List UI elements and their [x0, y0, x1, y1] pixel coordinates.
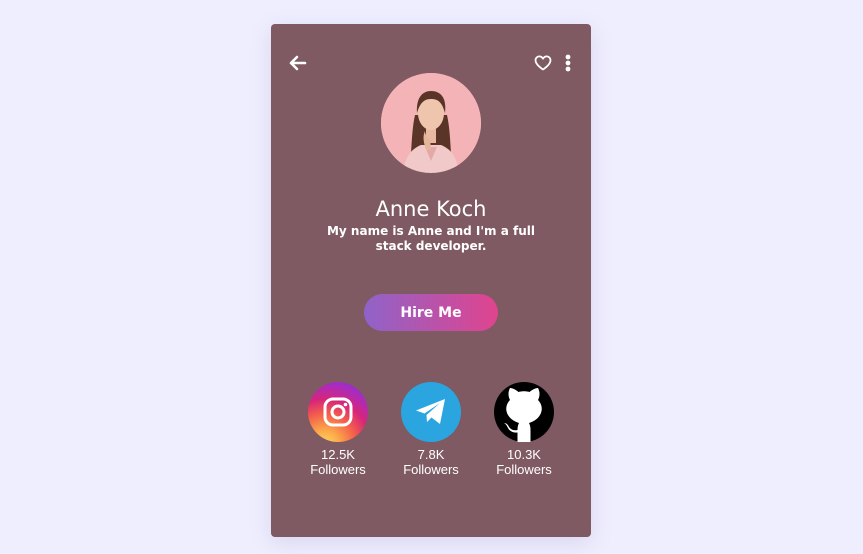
- telegram-follower-count: 7.8K: [417, 447, 445, 462]
- github-badge: [494, 382, 554, 442]
- github-follower-count: 10.3K: [507, 447, 541, 462]
- profile-bio: My name is Anne and I'm a full stack dev…: [326, 224, 536, 253]
- telegram-follower-label: Followers: [403, 462, 459, 477]
- favorite-button[interactable]: [533, 53, 553, 73]
- profile-card: Anne Koch My name is Anne and I'm a full…: [271, 24, 591, 537]
- github-icon: [504, 388, 542, 442]
- arrow-left-icon: [289, 55, 307, 71]
- telegram-badge: [401, 382, 461, 442]
- avatar: [381, 73, 481, 173]
- hire-me-button[interactable]: Hire Me: [364, 294, 498, 331]
- heart-outline-icon: [534, 55, 552, 71]
- more-vertical-icon: [565, 54, 571, 72]
- instagram-badge: [308, 382, 368, 442]
- instagram-icon: [323, 397, 353, 427]
- social-instagram[interactable]: 12.5K Followers: [298, 382, 378, 477]
- github-follower-label: Followers: [496, 462, 552, 477]
- telegram-icon: [416, 399, 445, 424]
- social-telegram[interactable]: 7.8K Followers: [391, 382, 471, 477]
- more-options-button[interactable]: [561, 52, 575, 74]
- instagram-follower-label: Followers: [310, 462, 366, 477]
- instagram-follower-count: 12.5K: [321, 447, 355, 462]
- profile-name: Anne Koch: [375, 197, 487, 221]
- avatar-photo: [381, 73, 481, 173]
- social-github[interactable]: 10.3K Followers: [484, 382, 564, 477]
- back-button[interactable]: [287, 53, 309, 73]
